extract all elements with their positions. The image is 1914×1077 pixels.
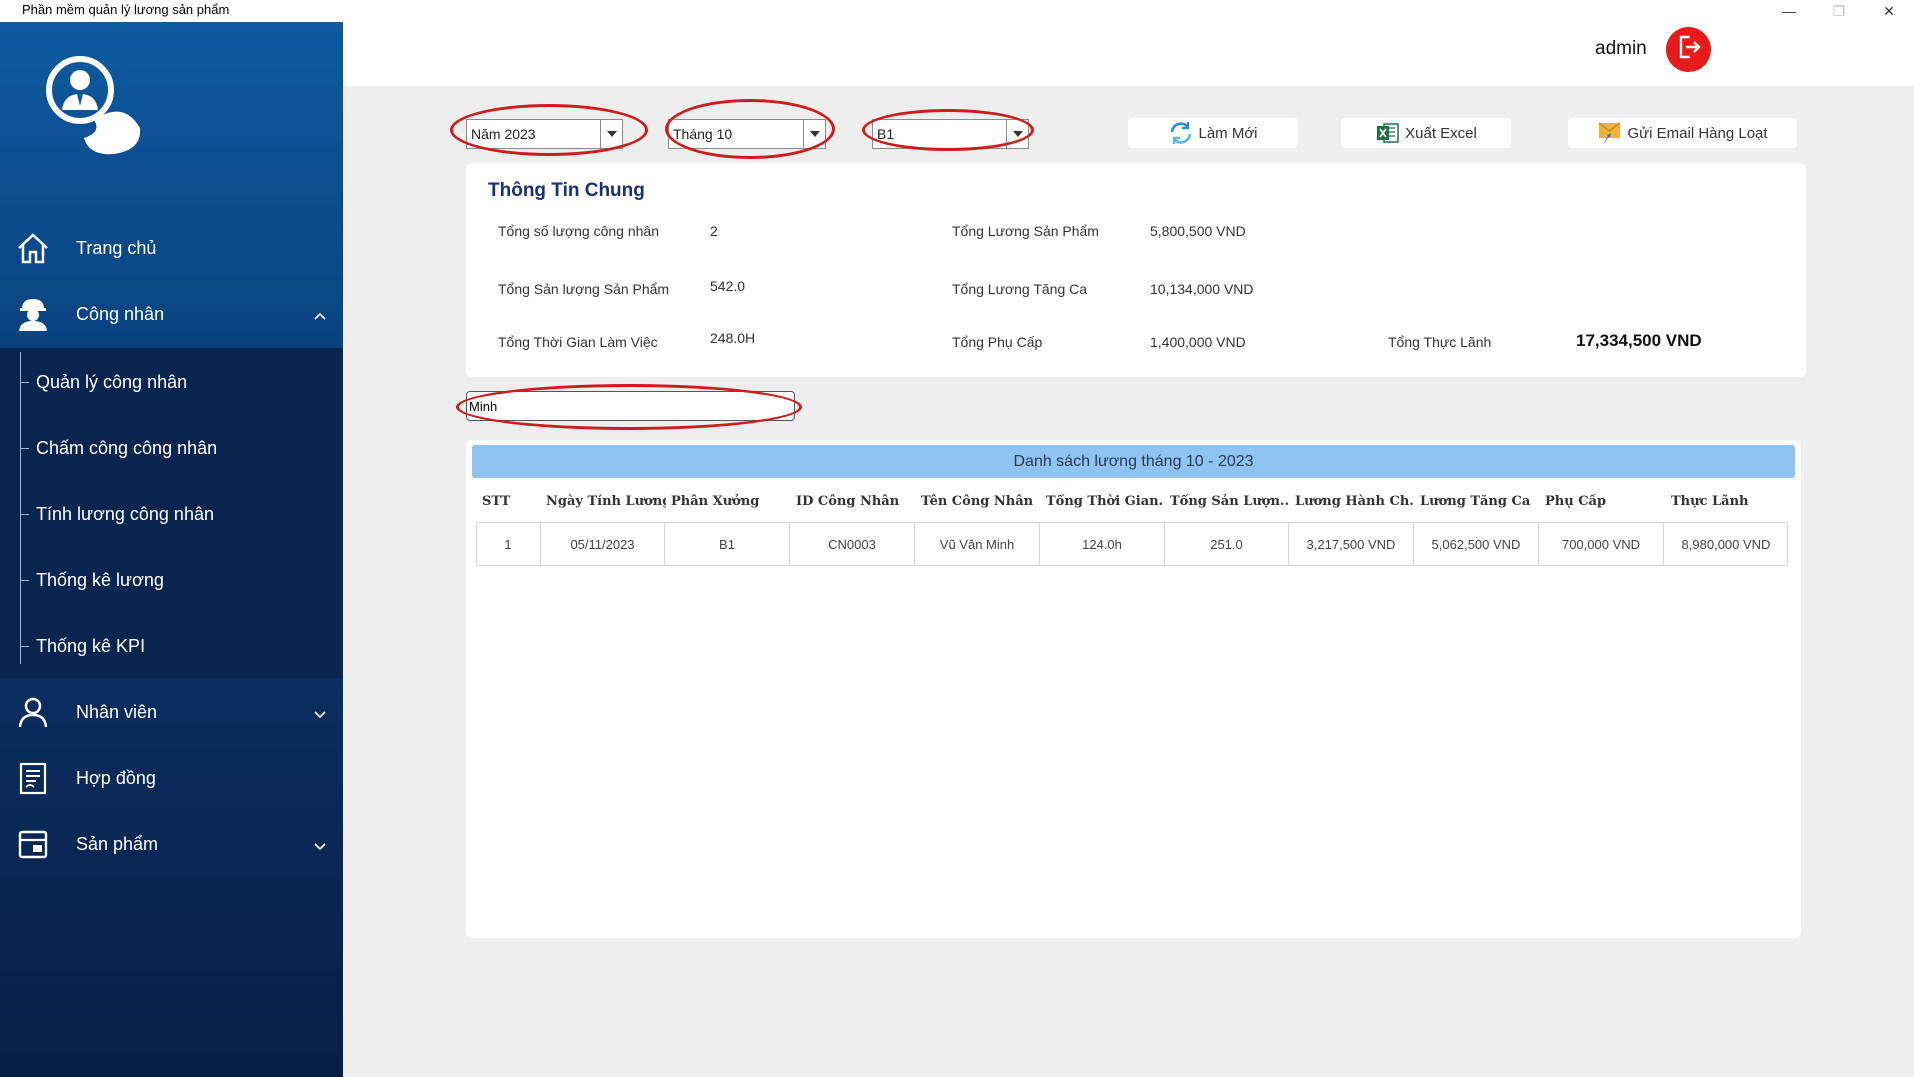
- table-cell: CN0003: [790, 522, 915, 566]
- table-cell: 3,217,500 VND: [1289, 522, 1414, 566]
- table-cell: 124.0h: [1040, 522, 1165, 566]
- salary-list-banner: Danh sách lương tháng 10 - 2023: [472, 445, 1795, 478]
- dropdown-arrow-icon[interactable]: [1006, 120, 1028, 148]
- app-logo-icon: [44, 50, 149, 160]
- sidebar-item-employees[interactable]: Nhân viên: [0, 679, 343, 745]
- table-cell: 1: [476, 522, 541, 566]
- window-titlebar: Phần mềm quản lý lương sản phẩm — ❐ ✕: [0, 0, 1914, 22]
- table-header[interactable]: Phụ Cấp: [1545, 494, 1663, 514]
- sidebar-item-home[interactable]: Trang chủ: [0, 215, 343, 281]
- table-header[interactable]: STT: [482, 494, 540, 514]
- refresh-icon: [1168, 120, 1194, 146]
- sidebar-subitem-label: Tính lương công nhân: [36, 503, 214, 524]
- current-user: admin: [1595, 38, 1647, 59]
- net-total-label: Tổng Thực Lãnh: [1388, 334, 1492, 350]
- chevron-down-icon: [313, 705, 327, 719]
- close-window-button[interactable]: ✕: [1864, 0, 1914, 22]
- worker-icon: [14, 295, 52, 333]
- net-total-value: 17,334,500 VND: [1576, 331, 1702, 350]
- month-select[interactable]: Tháng 10: [668, 119, 826, 149]
- table-cell: B1: [665, 522, 790, 566]
- dropdown-arrow-icon[interactable]: [803, 120, 825, 148]
- total-hours-value: 248.0H: [710, 330, 756, 346]
- sidebar-subitem-label: Thống kê KPI: [36, 635, 146, 656]
- table-cell: 5,062,500 VND: [1414, 522, 1539, 566]
- sidebar-item-label: Nhân viên: [76, 701, 158, 722]
- salary-list-card: [466, 440, 1801, 938]
- total-output-value: 542.0: [710, 278, 746, 294]
- sidebar-item-label: Trang chủ: [76, 237, 157, 258]
- table-header[interactable]: Tên Công Nhân: [921, 494, 1041, 514]
- table-header[interactable]: Lương Hành Ch...: [1295, 494, 1413, 514]
- sidebar-item-products[interactable]: Sản phẩm: [0, 811, 343, 877]
- search-input-value: Minh: [469, 399, 498, 414]
- table-header[interactable]: Tổng Sản Lượn...: [1170, 494, 1288, 514]
- logout-button[interactable]: [1666, 27, 1711, 72]
- restore-button[interactable]: ❐: [1814, 0, 1864, 22]
- workshop-select-value: B1: [877, 126, 895, 142]
- minimize-button[interactable]: —: [1764, 0, 1814, 22]
- bulk-email-button[interactable]: Gửi Email Hàng Loạt: [1568, 118, 1797, 148]
- chevron-up-icon: [313, 307, 327, 321]
- bulk-email-label: Gửi Email Hàng Loạt: [1627, 124, 1768, 142]
- sidebar-subitem-timekeeping[interactable]: Chấm công công nhân: [0, 415, 343, 481]
- table-cell: 8,980,000 VND: [1681, 536, 1771, 552]
- logout-icon: [1676, 34, 1702, 65]
- sidebar-subitem-manage-workers[interactable]: Quản lý công nhân: [0, 349, 343, 415]
- sidebar-item-label: Hợp đồng: [76, 767, 156, 788]
- refresh-label: Làm Mới: [1198, 124, 1258, 142]
- sidebar-item-label: Công nhân: [76, 303, 165, 324]
- table-header[interactable]: Phân Xưởng: [671, 494, 791, 514]
- workshop-select[interactable]: B1: [872, 119, 1029, 149]
- contract-icon: [14, 759, 52, 797]
- table-cell: 700,000 VND: [1539, 522, 1664, 566]
- excel-icon: [1375, 120, 1401, 146]
- table-cell: Vũ Văn Minh: [915, 522, 1040, 566]
- home-icon: [14, 229, 52, 267]
- sidebar-item-workers[interactable]: Công nhân: [0, 281, 343, 347]
- allowance-label: Tổng Phụ Cấp: [952, 334, 1043, 350]
- refresh-button[interactable]: Làm Mới: [1128, 118, 1298, 148]
- product-icon: [14, 825, 52, 863]
- sidebar-item-label: Sản phẩm: [76, 833, 159, 854]
- email-icon: [1597, 120, 1623, 146]
- overtime-salary-value: 10,134,000 VND: [1150, 281, 1254, 297]
- allowance-value: 1,400,000 VND: [1150, 334, 1246, 350]
- window-title: Phần mềm quản lý lương sản phẩm: [22, 2, 230, 17]
- table-header[interactable]: ID Công Nhân: [796, 494, 916, 514]
- month-select-value: Tháng 10: [673, 126, 733, 142]
- table-cell: 05/11/2023: [541, 522, 665, 566]
- sidebar-subitem-kpi-stats[interactable]: Thống kê KPI: [0, 613, 343, 679]
- summary-title: Thông Tin Chung: [488, 180, 645, 201]
- export-excel-button[interactable]: Xuất Excel: [1341, 118, 1511, 148]
- export-excel-label: Xuất Excel: [1405, 124, 1477, 142]
- sidebar-item-contracts[interactable]: Hợp đồng: [0, 745, 343, 811]
- year-select-value: Năm 2023: [471, 126, 536, 142]
- search-input[interactable]: Minh: [466, 391, 795, 421]
- chevron-down-icon: [313, 837, 327, 851]
- product-salary-label: Tổng Lương Sản Phẩm: [952, 223, 1099, 239]
- table-header[interactable]: Tổng Thời Gian...: [1046, 494, 1164, 514]
- product-salary-value: 5,800,500 VND: [1150, 223, 1246, 239]
- table-header[interactable]: Thực Lãnh: [1671, 494, 1789, 514]
- sidebar-subitem-payroll[interactable]: Tính lương công nhân: [0, 481, 343, 547]
- table-header[interactable]: Ngày Tính Lương: [546, 494, 666, 514]
- sidebar-subitem-label: Quản lý công nhân: [36, 371, 188, 392]
- sidebar: Trang chủ Công nhân Quản lý công nhân Ch…: [0, 22, 343, 1077]
- sidebar-subitem-salary-stats[interactable]: Thống kê lương: [0, 547, 343, 613]
- person-icon: [14, 693, 52, 731]
- year-select[interactable]: Năm 2023: [466, 119, 623, 149]
- window-controls: — ❐ ✕: [1764, 0, 1914, 22]
- sidebar-subitem-label: Thống kê lương: [36, 569, 164, 590]
- overtime-salary-label: Tổng Lương Tăng Ca: [952, 281, 1088, 297]
- sidebar-subitem-label: Chấm công công nhân: [36, 437, 218, 458]
- table-header[interactable]: Lương Tăng Ca: [1420, 494, 1538, 514]
- dropdown-arrow-icon[interactable]: [600, 120, 622, 148]
- total-workers-value: 2: [710, 223, 718, 239]
- total-hours-label: Tổng Thời Gian Làm Việc: [498, 334, 658, 350]
- total-output-label: Tổng Sản lượng Sản Phẩm: [498, 281, 670, 297]
- total-workers-label: Tổng số lượng công nhân: [498, 223, 659, 239]
- table-cell: 251.0: [1165, 522, 1289, 566]
